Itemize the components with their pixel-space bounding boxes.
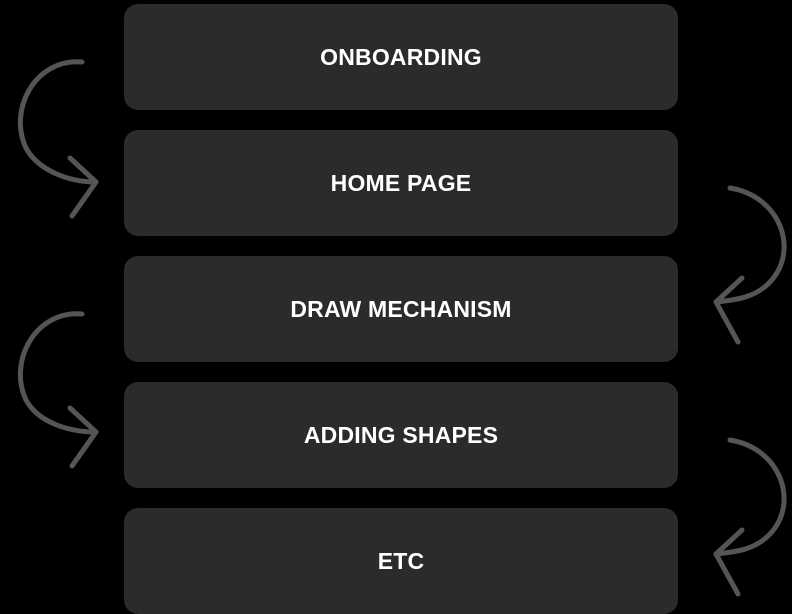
- step-adding-shapes: ADDING SHAPES: [124, 382, 678, 488]
- step-label: ONBOARDING: [320, 43, 482, 70]
- step-home-page: HOME PAGE: [124, 130, 678, 236]
- step-label: DRAW MECHANISM: [290, 295, 512, 322]
- curved-arrow-icon: [713, 185, 787, 345]
- curved-arrow-icon: [17, 59, 99, 219]
- step-label: HOME PAGE: [330, 169, 472, 196]
- step-label: ETC: [377, 547, 425, 574]
- flow-diagram: ONBOARDING HOME PAGE DRAW MECHANISM ADDI…: [0, 0, 792, 614]
- step-draw-mechanism: DRAW MECHANISM: [124, 256, 678, 362]
- step-label: ADDING SHAPES: [303, 421, 499, 448]
- step-etc: ETC: [124, 508, 678, 614]
- step-onboarding: ONBOARDING: [124, 4, 678, 110]
- curved-arrow-icon: [713, 437, 787, 597]
- curved-arrow-icon: [17, 311, 99, 469]
